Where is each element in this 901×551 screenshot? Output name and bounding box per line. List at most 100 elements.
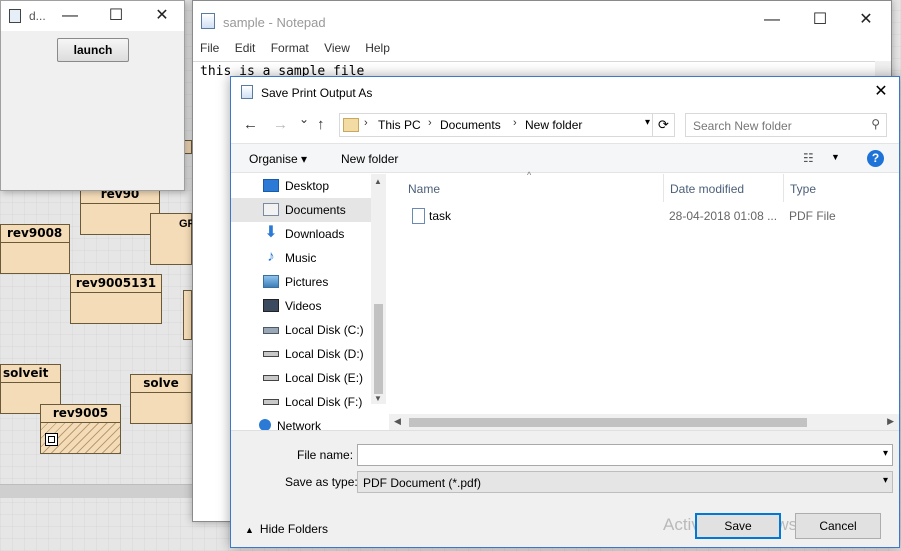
scrollbar-thumb[interactable] [409,418,807,427]
column-header-date[interactable]: Date modified [664,174,784,202]
menu-file[interactable]: File [193,37,219,55]
file-name: task [429,209,452,223]
sidebar-item-network[interactable]: Network [231,414,371,430]
sidebar-item-desktop[interactable]: Desktop [231,174,371,198]
maximize-icon[interactable]: ☐ [797,5,843,35]
refresh-icon[interactable]: ⟳ [652,114,674,136]
menu-view[interactable]: View [312,37,350,55]
class-box-rev90[interactable]: rev90 [80,185,160,235]
class-box-rev9005131[interactable]: rev9005131 [70,274,162,324]
chevron-down-icon[interactable]: ▾ [883,475,888,486]
up-arrow-icon[interactable]: ↑ [317,116,325,133]
hide-folders-button[interactable]: ▲ Hide Folders [245,522,328,536]
chevron-down-icon[interactable]: ▼ [831,152,840,162]
sidebar-item-downloads[interactable]: ⬇ Downloads [231,222,371,246]
sidebar-item-label: Local Disk (E:) [285,371,364,385]
file-date: 28-04-2018 01:08 ... [669,209,778,223]
minimize-icon[interactable]: — [47,1,93,31]
maximize-icon[interactable]: ☐ [93,1,139,31]
network-icon [259,419,271,430]
breadcrumb-this-pc[interactable]: This PC [378,118,421,132]
file-list-scrollbar[interactable]: ◀ ▶ [389,414,899,430]
sidebar-item-videos[interactable]: Videos [231,294,371,318]
sidebar-item-label: Local Disk (F:) [285,395,363,409]
breadcrumb-documents[interactable]: Documents [440,118,501,132]
chevron-right-icon: › [428,117,432,129]
back-arrow-icon[interactable]: ← [243,116,258,133]
class-name: rev9005 [41,405,120,423]
chevron-right-icon: › [364,117,368,129]
column-header-name[interactable]: Name [402,174,664,202]
close-icon[interactable]: ✕ [139,1,185,31]
file-row[interactable]: task 28-04-2018 01:08 ... PDF File [389,204,899,228]
help-icon[interactable]: ? [867,150,884,167]
file-name-field[interactable]: ▾ [357,444,893,466]
pictures-icon [263,275,279,288]
breadcrumb-new-folder[interactable]: New folder [525,118,582,132]
sidebar-item-documents[interactable]: Documents [231,198,371,222]
minimize-icon[interactable]: — [749,5,795,35]
search-input[interactable]: Search New folder ⚲ [685,113,887,137]
save-type-label: Save as type: [285,475,358,489]
class-box-rev9008[interactable]: rev9008 [0,224,70,274]
save-button[interactable]: Save [695,513,781,539]
close-icon[interactable]: ✕ [863,77,899,107]
forward-arrow-icon[interactable]: → [273,116,288,133]
search-icon: ⚲ [871,117,880,131]
videos-icon [263,299,279,312]
sidebar-item-label: Local Disk (D:) [285,347,364,361]
recent-locations-icon[interactable]: ⌄ [299,112,309,126]
scrollbar-thumb[interactable] [374,304,383,394]
sidebar-item-disk-f[interactable]: Local Disk (F:) [231,390,371,414]
sidebar-item-disk-e[interactable]: Local Disk (E:) [231,366,371,390]
scroll-right-icon[interactable]: ▶ [887,416,894,427]
menu-help[interactable]: Help [353,37,390,55]
scroll-left-icon[interactable]: ◀ [394,416,401,427]
disk-icon [263,399,279,405]
class-box-rev9005[interactable]: rev9005 [40,404,121,454]
desktop-icon [263,179,279,192]
cancel-button[interactable]: Cancel [795,513,881,539]
class-box-solve[interactable]: solve [130,374,192,424]
launch-button[interactable]: launch [57,38,129,62]
close-icon[interactable]: ✕ [843,5,889,35]
sidebar-item-music[interactable]: ♪ Music [231,246,371,270]
navigation-scrollbar[interactable]: ▲ ▼ [371,174,386,404]
dialog-titlebar[interactable]: Save Print Output As ✕ [231,77,899,107]
chevron-down-icon[interactable]: ▾ [883,448,888,459]
view-options-icon[interactable]: ☷ [803,151,814,165]
pdf-file-icon [412,208,425,224]
sidebar-item-pictures[interactable]: Pictures [231,270,371,294]
sidebar-item-disk-d[interactable]: Local Disk (D:) [231,342,371,366]
new-folder-button[interactable]: New folder [341,152,398,166]
class-box-fragment-3 [183,290,192,340]
dialog-footer: File name: ▾ Save as type: PDF Document … [231,430,899,547]
class-box-fragment[interactable]: GF [150,213,194,265]
address-bar[interactable]: › This PC › Documents › New folder ▾ ⟳ [339,113,675,137]
canvas-scrollbar[interactable] [0,484,192,498]
chevron-down-icon[interactable]: ▾ [645,117,650,128]
column-header-type[interactable]: Type [784,174,901,202]
sidebar-item-label: Downloads [285,227,345,241]
scroll-up-icon[interactable]: ▲ [374,177,382,186]
notepad-title: sample - Notepad [223,15,326,30]
class-name: solveit [1,365,60,383]
column-label: Type [790,182,817,196]
sidebar-item-label: Music [285,251,317,265]
save-dialog: Save Print Output As ✕ ← → ⌄ ↑ › This PC… [230,76,900,548]
class-name: solve [131,375,191,393]
hide-folders-label: Hide Folders [259,522,328,536]
save-type-select[interactable]: PDF Document (*.pdf) ▾ [357,471,893,493]
menu-edit[interactable]: Edit [223,37,256,55]
launcher-titlebar[interactable]: d... — ☐ ✕ [1,1,184,31]
sidebar-item-label: Network [277,419,322,430]
notepad-menubar: File Edit Format View Help [193,37,891,59]
search-placeholder: Search New folder [693,119,792,133]
downloads-icon: ⬇ [264,224,278,241]
sidebar-item-disk-c[interactable]: Local Disk (C:) [231,318,371,342]
scroll-down-icon[interactable]: ▼ [374,394,382,403]
menu-format[interactable]: Format [259,37,309,55]
notepad-titlebar[interactable]: sample - Notepad — ☐ ✕ [193,1,891,37]
sidebar-item-label: Local Disk (C:) [285,323,364,337]
organise-button[interactable]: Organise ▾ [249,152,307,166]
